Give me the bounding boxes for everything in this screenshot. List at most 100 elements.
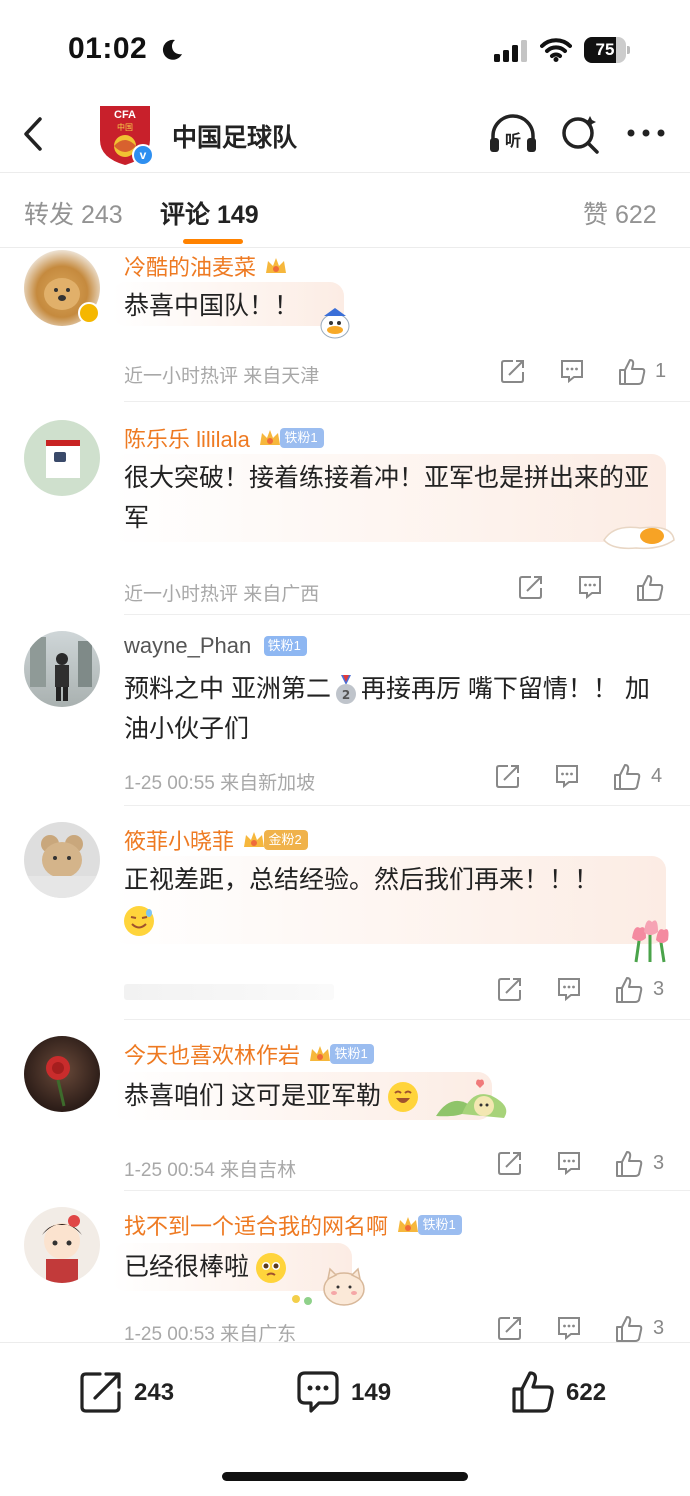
comment-icon[interactable] xyxy=(577,574,603,600)
comment-text: 恭喜咱们 这可是亚军勒 xyxy=(124,1076,664,1116)
comment-author[interactable]: 陈乐乐 lililala xyxy=(124,427,250,452)
crown-icon xyxy=(310,1046,331,1061)
like-icon[interactable] xyxy=(618,358,646,386)
tab-likes[interactable]: 赞 622 xyxy=(583,195,657,231)
crown-icon xyxy=(266,258,287,273)
comment-text: 正视差距，总结经验。然后我们再来！！！ xyxy=(124,860,664,940)
comment-text: 已经很棒啦 xyxy=(124,1247,664,1287)
like-icon[interactable] xyxy=(636,574,664,602)
svg-text:CFA: CFA xyxy=(114,109,136,121)
tab-comments[interactable]: 评论 149 xyxy=(160,195,259,231)
repost-icon[interactable] xyxy=(497,976,523,1002)
comment-icon xyxy=(297,1371,339,1413)
comment-actions xyxy=(0,574,690,604)
like-count: 4 xyxy=(651,765,663,787)
fan-badge: 金粉2 xyxy=(264,830,308,850)
comment-text-body: 恭喜咱们 这可是亚军勒 xyxy=(124,1082,381,1110)
comment-icon[interactable] xyxy=(556,976,582,1002)
battery-indicator: 75 xyxy=(584,37,630,63)
repost-icon[interactable] xyxy=(495,763,521,789)
crown-icon xyxy=(260,430,281,445)
sweat-smile-emoji-icon xyxy=(124,906,154,937)
tab-likes-label: 赞 xyxy=(583,201,609,229)
comment-icon[interactable] xyxy=(559,358,585,384)
verified-badge-icon: v xyxy=(132,144,154,166)
wifi-icon xyxy=(540,38,572,62)
tab-reposts-count: 243 xyxy=(80,201,123,229)
comment-text-body: 正视差距，总结经验。然后我们再来！！！ xyxy=(124,866,600,894)
like-button[interactable]: 622 xyxy=(510,1369,630,1415)
page-title: 中国足球队 xyxy=(172,124,298,152)
comment-actions: 3 xyxy=(0,1315,690,1342)
like-count: 3 xyxy=(653,1317,665,1339)
donald-duck-sticker-icon xyxy=(320,308,350,339)
comment-text-body: 已经很棒啦 xyxy=(124,1253,250,1281)
comment-text: 恭喜中国队！！ xyxy=(124,292,300,320)
crown-icon xyxy=(244,832,265,847)
comment-actions: 1 xyxy=(0,358,690,388)
comment-author[interactable]: wayne_Phan xyxy=(124,633,251,658)
crown-icon xyxy=(398,1217,419,1232)
comment-author[interactable]: 找不到一个适合我的网名啊 xyxy=(124,1214,388,1239)
comment-actions: 3 xyxy=(0,976,690,1006)
logo-text: 中国 xyxy=(117,122,133,132)
comment-icon[interactable] xyxy=(556,1315,582,1341)
comment-author-row: 找不到一个适合我的网名啊 铁粉1 xyxy=(124,1209,462,1239)
comment-item: 陈乐乐 lililala 铁粉1 很大突破！接着练接着冲！亚军也是拼出来的亚军 … xyxy=(0,402,690,615)
weibo-header: CFA 中国 v 中国足球队 听 xyxy=(0,100,690,170)
active-tab-indicator xyxy=(183,239,243,244)
comment-icon[interactable] xyxy=(556,1150,582,1176)
search-icon[interactable] xyxy=(560,112,602,156)
tab-bar: 转发 243 评论 149 赞 622 xyxy=(0,173,690,247)
laughing-emoji-icon xyxy=(387,1082,418,1113)
like-icon[interactable] xyxy=(615,1315,643,1342)
more-options-icon[interactable] xyxy=(626,126,666,140)
comment-author[interactable]: 筱菲小晓菲 xyxy=(124,829,234,854)
cat-flowers-sticker-icon xyxy=(292,1267,365,1306)
like-icon[interactable] xyxy=(615,976,643,1004)
comment-author-row: 今天也喜欢林作岩 铁粉1 xyxy=(124,1038,374,1068)
avatar[interactable] xyxy=(24,631,100,707)
comment-text: 预料之中 亚洲第二 2 再接再厉 嘴下留情！！ 加油小伙子们 xyxy=(124,669,664,749)
comment-count: 149 xyxy=(351,1379,392,1406)
comment-author-row: 冷酷的油麦菜 xyxy=(124,250,288,280)
rice-dumpling-sticker-icon xyxy=(436,1079,507,1118)
like-count: 622 xyxy=(566,1379,607,1406)
svg-text:2: 2 xyxy=(342,688,350,702)
avatar[interactable] xyxy=(24,1036,100,1112)
fan-badge: 铁粉1 xyxy=(330,1044,374,1064)
comment-button[interactable]: 149 xyxy=(295,1369,415,1415)
like-icon[interactable] xyxy=(613,763,641,791)
comment-icon[interactable] xyxy=(554,763,580,789)
fan-badge: 铁粉1 xyxy=(280,428,324,448)
like-icon xyxy=(512,1371,554,1413)
avatar[interactable] xyxy=(24,420,100,496)
comment-author-row: wayne_Phan 铁粉1 xyxy=(124,633,307,663)
listen-headphones-icon[interactable]: 听 xyxy=(488,112,538,156)
comment-text-part1: 预料之中 亚洲第二 xyxy=(124,675,331,703)
like-count: 3 xyxy=(653,1152,665,1174)
like-icon[interactable] xyxy=(615,1150,643,1178)
fan-badge: 铁粉1 xyxy=(263,636,307,656)
avatar[interactable] xyxy=(24,1207,100,1283)
tab-reposts[interactable]: 转发 243 xyxy=(24,195,123,231)
tab-likes-count: 622 xyxy=(614,201,657,229)
comment-author[interactable]: 今天也喜欢林作岩 xyxy=(124,1043,300,1068)
repost-icon xyxy=(80,1372,121,1413)
repost-button[interactable]: 243 xyxy=(78,1369,198,1415)
signal-icon xyxy=(494,40,527,62)
home-indicator xyxy=(222,1472,468,1481)
back-arrow-icon[interactable] xyxy=(18,116,50,152)
moon-icon xyxy=(162,39,182,60)
repost-icon[interactable] xyxy=(497,1150,523,1176)
fan-badge: 铁粉1 xyxy=(418,1215,462,1235)
repost-icon[interactable] xyxy=(518,574,544,600)
tab-comments-label: 评论 xyxy=(160,201,211,229)
avatar[interactable] xyxy=(24,822,100,898)
battery-percent: 75 xyxy=(595,40,615,59)
comment-author[interactable]: 冷酷的油麦菜 xyxy=(124,255,256,280)
comment-author-row: 陈乐乐 lililala 铁粉1 xyxy=(124,422,324,452)
repost-icon[interactable] xyxy=(497,1315,523,1341)
repost-icon[interactable] xyxy=(500,358,526,384)
comment-item: wayne_Phan 铁粉1 预料之中 亚洲第二 2 再接再厉 嘴下留情！！ 加油小… xyxy=(0,615,690,806)
